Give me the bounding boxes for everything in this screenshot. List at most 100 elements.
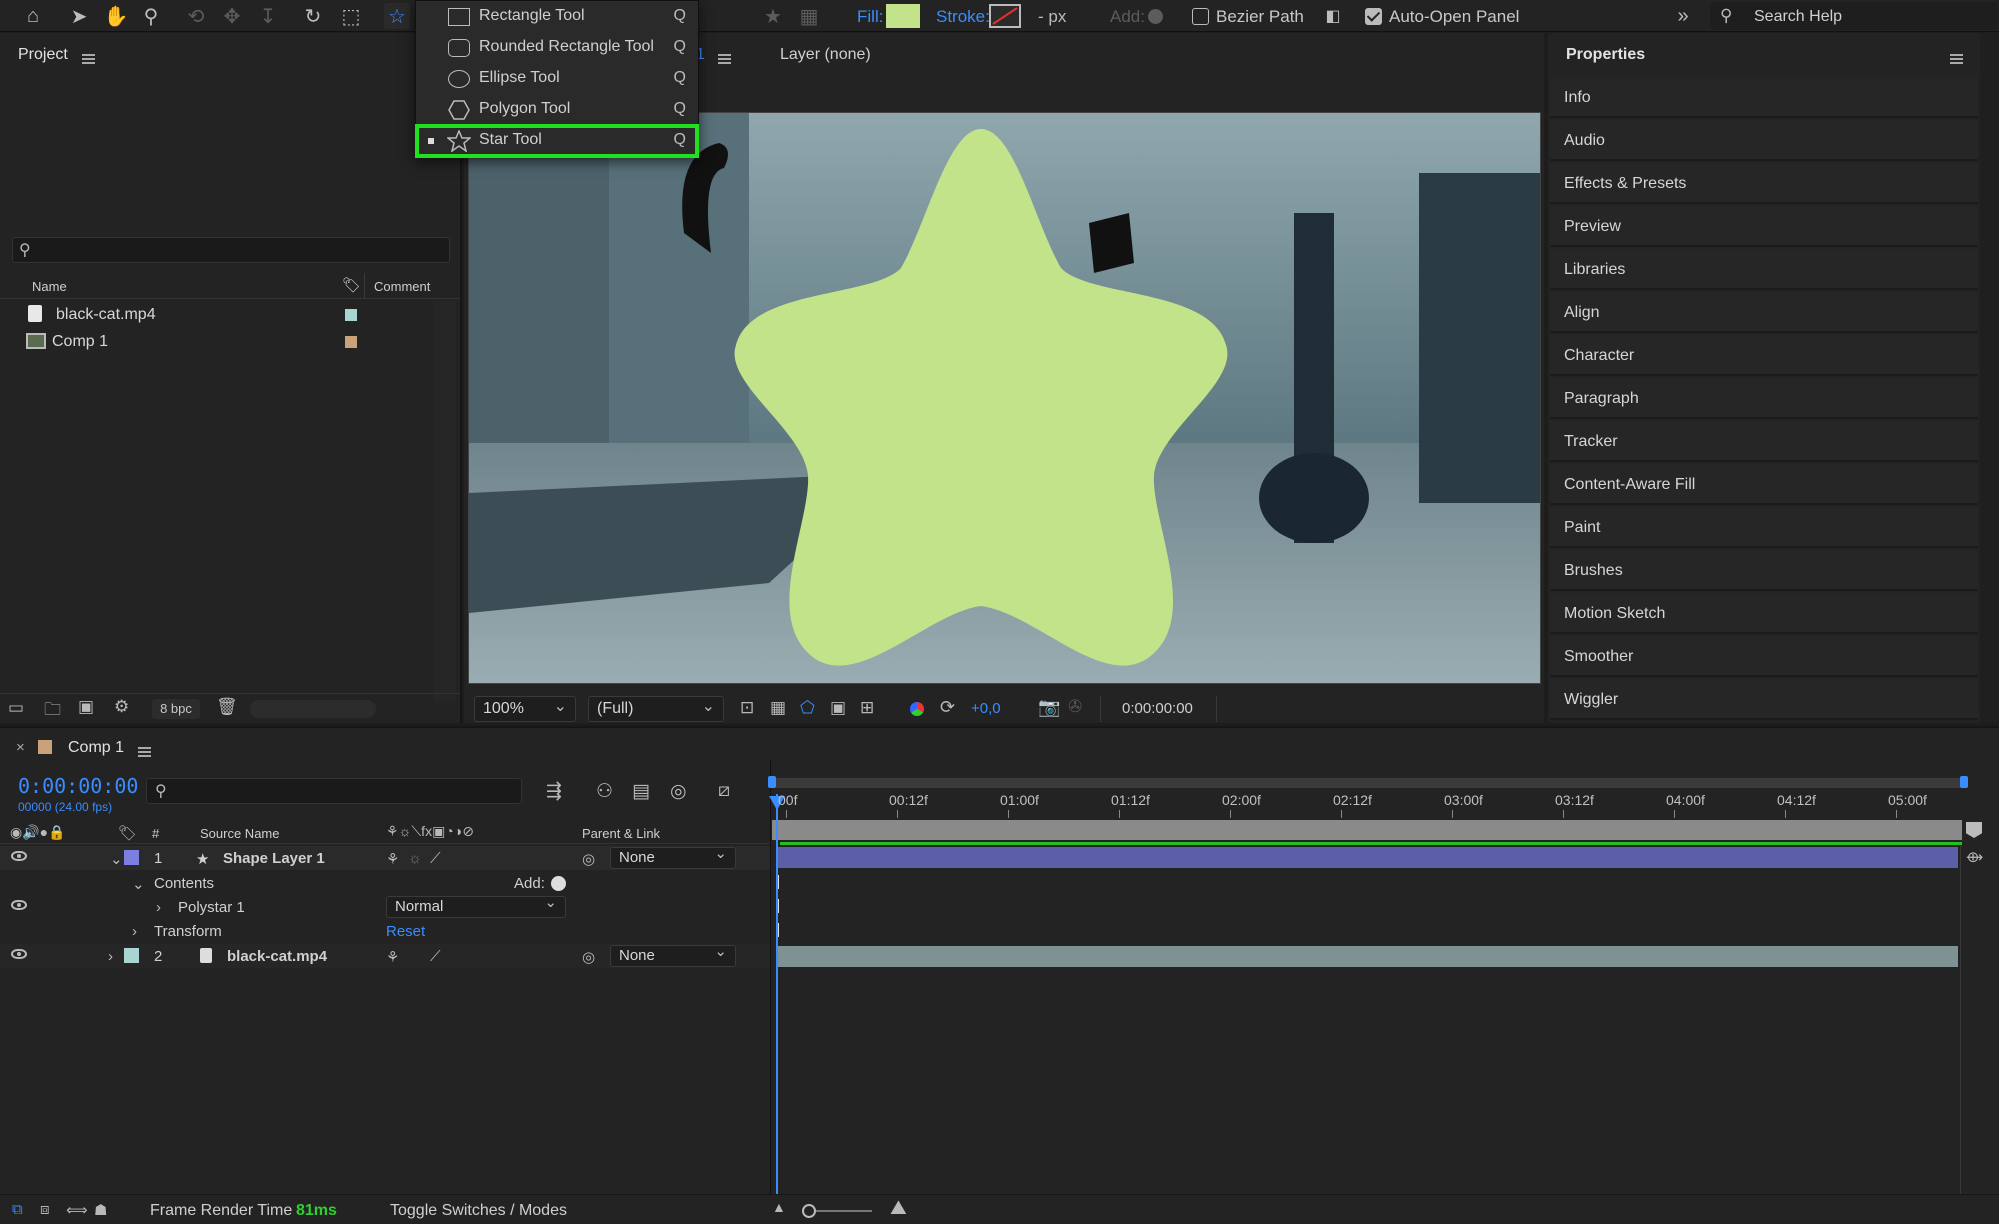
composition-menu-icon[interactable]: [718, 54, 731, 64]
stroke-width[interactable]: - px: [1038, 7, 1066, 27]
playhead-line[interactable]: [776, 794, 778, 1196]
label-tag-icon[interactable]: 🏷: [342, 276, 361, 294]
layer-label-color[interactable]: [124, 850, 139, 865]
reset-exposure-icon[interactable]: ⟳: [940, 697, 955, 718]
render-time-icon[interactable]: ☗: [94, 1201, 107, 1219]
properties-item-character[interactable]: Character: [1550, 335, 1978, 376]
fast-previews-icon[interactable]: ⊡: [740, 698, 754, 718]
project-item[interactable]: Comp 1: [0, 328, 460, 355]
stroke-label[interactable]: Stroke:: [936, 7, 990, 27]
label-color[interactable]: [345, 336, 357, 348]
bezier-checkbox[interactable]: [1192, 8, 1209, 25]
properties-item-brushes[interactable]: Brushes: [1550, 550, 1978, 591]
star-tool-icon[interactable]: ☆: [384, 3, 410, 29]
label-tag-icon[interactable]: 🏷: [118, 824, 137, 842]
properties-item-preview[interactable]: Preview: [1550, 206, 1978, 247]
track-z-icon[interactable]: ↧: [255, 3, 281, 29]
timeline-comp-tab[interactable]: Comp 1: [68, 739, 124, 757]
expand-chevron-right-icon[interactable]: ›: [108, 948, 113, 965]
hand-tool-icon[interactable]: ✋: [103, 3, 129, 29]
expand-chevron-icon[interactable]: ⌄: [110, 850, 123, 868]
shy-switch-icon[interactable]: ⚘: [386, 948, 399, 966]
properties-item-tracker[interactable]: Tracker: [1550, 421, 1978, 462]
properties-item-audio[interactable]: Audio: [1550, 120, 1978, 161]
auto-open-toggle[interactable]: Auto-Open Panel: [1365, 7, 1519, 27]
properties-item-align[interactable]: Align: [1550, 292, 1978, 333]
comp-button-icon[interactable]: ⟴: [1966, 848, 1983, 866]
right-scrollbar[interactable]: [1980, 33, 1999, 723]
layer-label-color[interactable]: [124, 948, 139, 963]
frame-blending-icon[interactable]: ▤: [632, 780, 650, 803]
polystar-row[interactable]: › Polystar 1 Normal: [0, 893, 770, 919]
comp-flowchart-icon[interactable]: ⇶: [546, 780, 562, 803]
pan-behind-icon[interactable]: ⬚: [338, 3, 364, 29]
expand-chevron-right-icon[interactable]: ›: [156, 899, 161, 916]
pickwhip-icon[interactable]: ◎: [582, 850, 595, 868]
layer-switches-icon[interactable]: ⧉: [12, 1201, 23, 1218]
mask-visibility-icon[interactable]: ⬠: [800, 698, 815, 718]
expand-chevron-icon[interactable]: ⌄: [132, 875, 145, 893]
exposure-value[interactable]: +0,0: [971, 700, 1001, 717]
project-scrollbar[interactable]: [434, 301, 456, 701]
visibility-eye-icon[interactable]: [11, 900, 27, 910]
collapse-switch-icon[interactable]: ☼: [408, 850, 422, 867]
quality-switch-icon[interactable]: ⟋: [430, 948, 441, 965]
thumbnail-zoom-slider[interactable]: [250, 700, 376, 718]
blend-mode-dropdown[interactable]: Normal: [386, 893, 566, 918]
menu-item-rectangle-tool[interactable]: Rectangle Tool Q: [416, 1, 698, 32]
transparency-grid-icon[interactable]: ▦: [770, 698, 786, 718]
region-of-interest-icon[interactable]: ▣: [830, 698, 846, 718]
comp-marker-bin-icon[interactable]: [1966, 822, 1982, 838]
shy-switch-icon[interactable]: ⚘: [386, 850, 399, 868]
chevron-double-right-icon[interactable]: »: [1670, 3, 1696, 29]
menu-item-ellipse-tool[interactable]: Ellipse Tool Q: [416, 63, 698, 94]
menu-item-rounded-rectangle-tool[interactable]: Rounded Rectangle Tool Q: [416, 32, 698, 63]
visibility-eye-icon[interactable]: [11, 851, 27, 861]
contents-row[interactable]: ⌄ Contents Add:: [0, 871, 770, 895]
stroke-swatch[interactable]: [989, 4, 1021, 28]
quality-switch-icon[interactable]: ⟋: [430, 850, 441, 867]
orbit-camera-icon[interactable]: ⟲: [183, 3, 209, 29]
adjust-project-settings-icon[interactable]: ⚙: [114, 697, 129, 717]
work-area-start-handle[interactable]: [768, 776, 776, 788]
bit-depth-button[interactable]: 8 bpc: [152, 699, 200, 719]
work-area-span[interactable]: [772, 820, 1962, 840]
graph-editor-icon[interactable]: ⧄: [718, 780, 730, 802]
toggle-switches-modes-button[interactable]: Toggle Switches / Modes: [390, 1202, 567, 1220]
footage-layer-bar[interactable]: [776, 946, 1958, 967]
add-button[interactable]: [1148, 9, 1163, 24]
visibility-eye-icon[interactable]: [11, 949, 27, 959]
track-xy-icon[interactable]: ✥: [219, 3, 245, 29]
auto-open-checkbox[interactable]: [1365, 8, 1382, 25]
layer-name[interactable]: black-cat.mp4: [227, 948, 327, 965]
expand-chevron-right-icon[interactable]: ›: [132, 923, 137, 940]
new-folder-icon[interactable]: 🗀: [44, 697, 61, 726]
project-menu-icon[interactable]: [82, 54, 95, 64]
selection-tool-icon[interactable]: ➤: [66, 3, 92, 29]
parent-dropdown[interactable]: None: [610, 844, 736, 869]
properties-item-paragraph[interactable]: Paragraph: [1550, 378, 1978, 419]
zoom-slider-thumb[interactable]: [802, 1204, 816, 1218]
timeline-search-input[interactable]: ⚲: [146, 778, 522, 804]
work-area-end-handle[interactable]: [1960, 776, 1968, 788]
motion-blur-icon[interactable]: ◎: [670, 780, 687, 803]
properties-item-libraries[interactable]: Libraries: [1550, 249, 1978, 290]
properties-menu-icon[interactable]: [1950, 54, 1963, 64]
col-parent-link[interactable]: Parent & Link: [582, 826, 660, 841]
menu-item-star-tool[interactable]: Star Tool Q: [415, 124, 699, 158]
bezier-path-toggle[interactable]: Bezier Path: [1192, 7, 1304, 27]
properties-item-info[interactable]: Info: [1550, 77, 1978, 118]
viewer-timecode[interactable]: 0:00:00:00: [1122, 700, 1193, 717]
mask-mode-icon[interactable]: ▦: [796, 3, 822, 29]
properties-item-effects-presets[interactable]: Effects & Presets: [1550, 163, 1978, 204]
show-snapshot-icon[interactable]: ✇: [1068, 697, 1082, 717]
magnification-dropdown[interactable]: 100% ⌄: [474, 696, 576, 722]
grid-guides-icon[interactable]: ⊞: [860, 698, 874, 718]
pickwhip-icon[interactable]: ◎: [582, 948, 595, 966]
col-name[interactable]: Name: [32, 279, 67, 294]
timeline-menu-icon[interactable]: [138, 747, 151, 757]
layer-row-black-cat[interactable]: › 2 black-cat.mp4 ⚘ ⟋ ◎ None: [0, 942, 770, 968]
rotobezier-icon[interactable]: ◧: [1320, 3, 1346, 29]
new-composition-icon[interactable]: ▣: [78, 697, 94, 717]
col-comment[interactable]: Comment: [374, 279, 430, 294]
